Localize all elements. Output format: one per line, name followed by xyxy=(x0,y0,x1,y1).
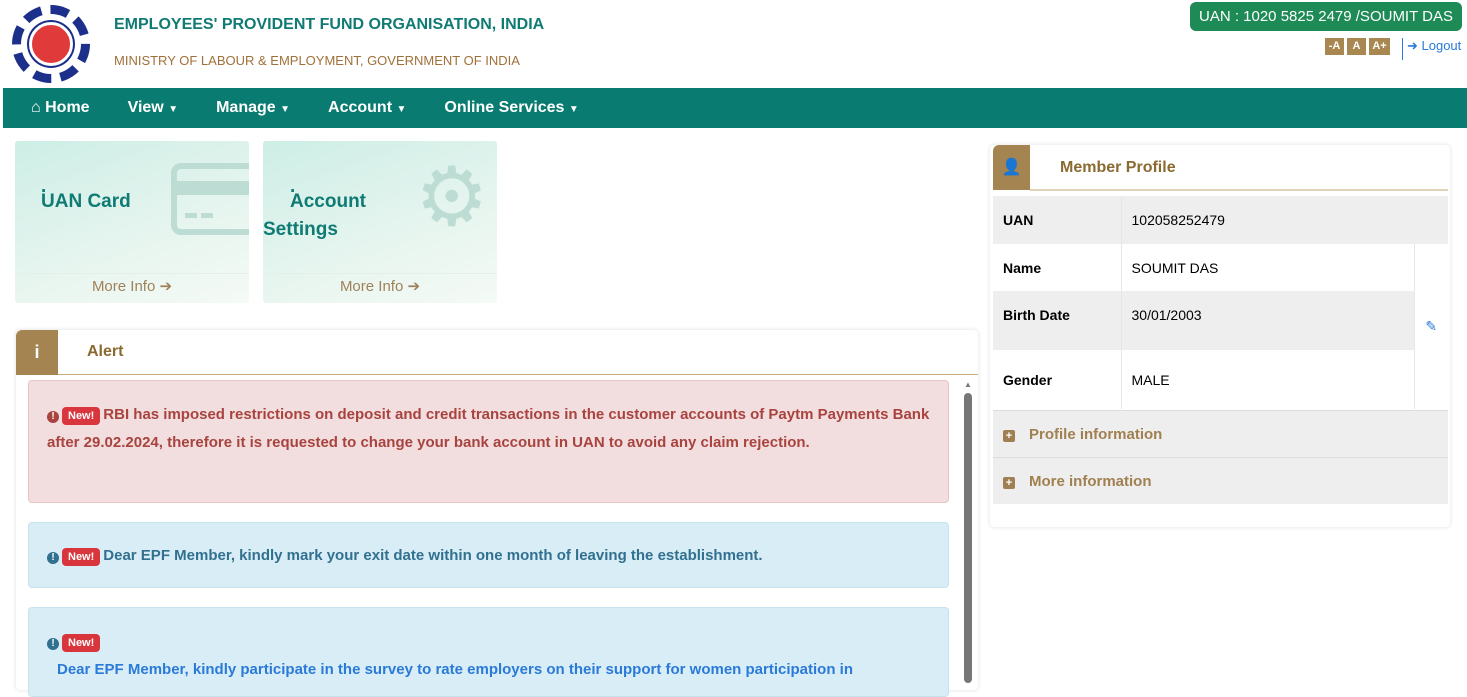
row-value: 102058252479 xyxy=(1131,212,1225,228)
logout-link[interactable]: ➜ Logout xyxy=(1402,38,1461,60)
row-label: Gender xyxy=(993,350,1122,409)
main-nav: ⌂ Home View ▼ Manage ▼ Account ▼ Online … xyxy=(3,88,1467,128)
nav-manage-label: Manage xyxy=(216,99,276,116)
nav-account[interactable]: Account ▼ xyxy=(328,99,406,117)
new-badge: New! xyxy=(62,548,101,566)
member-profile-panel: 👤 Member Profile UAN 102058252479 Name SOU… xyxy=(990,145,1450,527)
nav-home[interactable]: ⌂ Home xyxy=(31,99,90,117)
arrow-circle-right-icon: ➔ xyxy=(159,278,173,295)
exclamation-icon: ! xyxy=(47,411,59,423)
user-plus-icon: 👤 xyxy=(993,145,1030,190)
home-icon: ⌂ xyxy=(31,99,46,116)
row-label: Birth Date xyxy=(993,291,1122,350)
epfo-logo xyxy=(12,5,90,83)
tile-title: Account Settings xyxy=(263,191,366,240)
alert-title: Alert xyxy=(87,343,124,360)
alert-text: Dear EPF Member, kindly participate in t… xyxy=(57,661,854,678)
plus-square-icon: + xyxy=(1003,430,1015,442)
font-decrease-button[interactable]: -A xyxy=(1325,38,1344,55)
gear-icon: ⚙ xyxy=(415,152,489,243)
font-normal-button[interactable]: A xyxy=(1347,38,1366,55)
arrow-circle-right-icon: ➔ xyxy=(407,278,421,295)
caret-down-icon: ▼ xyxy=(280,104,291,115)
caret-down-icon: ▼ xyxy=(568,104,579,115)
caret-down-icon: ▼ xyxy=(396,104,407,115)
alert-item: ! New! Dear EPF Member, kindly mark your e… xyxy=(28,522,949,588)
logout-label: Logout xyxy=(1421,38,1462,53)
profile-table: UAN 102058252479 Name SOUMIT DAS ✎ Birth Da… xyxy=(993,196,1448,409)
section-label: Profile information xyxy=(1029,426,1163,443)
more-info-link[interactable]: More Info ➔ xyxy=(263,277,497,295)
exclamation-icon: ! xyxy=(47,552,59,564)
profile-information-toggle[interactable]: + Profile information xyxy=(993,410,1448,457)
row-value: MALE xyxy=(1121,350,1415,409)
more-information-toggle[interactable]: + More information xyxy=(993,457,1448,504)
nav-manage[interactable]: Manage ▼ xyxy=(216,99,290,117)
plus-square-icon: + xyxy=(1003,477,1015,489)
row-value: SOUMIT DAS xyxy=(1121,244,1415,291)
info-icon: i xyxy=(16,330,58,375)
caret-down-icon: ▼ xyxy=(168,104,179,115)
nav-account-label: Account xyxy=(328,99,393,116)
credit-card-icon xyxy=(171,163,249,235)
row-label: UAN xyxy=(993,196,1122,244)
uan-badge: UAN : 1020 5825 2479 /SOUMIT DAS xyxy=(1190,2,1462,31)
nav-view[interactable]: View ▼ xyxy=(128,99,179,117)
section-label: More information xyxy=(1029,473,1152,490)
org-title: EMPLOYEES' PROVIDENT FUND ORGANISATION, … xyxy=(114,16,545,33)
alert-panel: i Alert ! New! RBI has imposed restriction… xyxy=(16,330,978,697)
alert-item: ! New! Dear EPF Member, kindly participate… xyxy=(28,607,949,697)
more-info-label: More Info xyxy=(339,278,404,295)
alert-scrollbar[interactable]: ▲ xyxy=(963,380,973,683)
uan-card-tile[interactable]: . UAN Card More Info ➔ xyxy=(15,141,249,303)
font-increase-button[interactable]: A+ xyxy=(1369,38,1390,55)
account-settings-tile[interactable]: ⚙ . Account Settings More Info ➔ xyxy=(263,141,497,303)
nav-home-label: Home xyxy=(45,99,90,116)
exclamation-icon: ! xyxy=(47,638,59,650)
new-badge: New! xyxy=(62,407,101,425)
row-label: Name xyxy=(993,244,1122,291)
logout-icon: ➜ xyxy=(1407,38,1422,53)
ministry-subtitle: MINISTRY OF LABOUR & EMPLOYMENT, GOVERNM… xyxy=(114,53,520,68)
tile-title: UAN Card xyxy=(41,191,131,212)
edit-icon[interactable]: ✎ xyxy=(1414,244,1448,409)
alert-text: RBI has imposed restrictions on deposit … xyxy=(47,406,930,451)
more-info-label: More Info xyxy=(91,278,156,295)
alert-text: Dear EPF Member, kindly mark your exit d… xyxy=(103,547,763,564)
row-value: 30/01/2003 xyxy=(1121,291,1415,350)
alert-item: ! New! RBI has imposed restrictions on dep… xyxy=(28,380,949,503)
profile-title: Member Profile xyxy=(1060,159,1176,176)
more-info-link[interactable]: More Info ➔ xyxy=(15,277,249,295)
new-badge: New! xyxy=(62,634,101,652)
nav-online-services[interactable]: Online Services ▼ xyxy=(444,99,578,117)
nav-online-services-label: Online Services xyxy=(444,99,565,116)
nav-view-label: View xyxy=(127,99,164,116)
